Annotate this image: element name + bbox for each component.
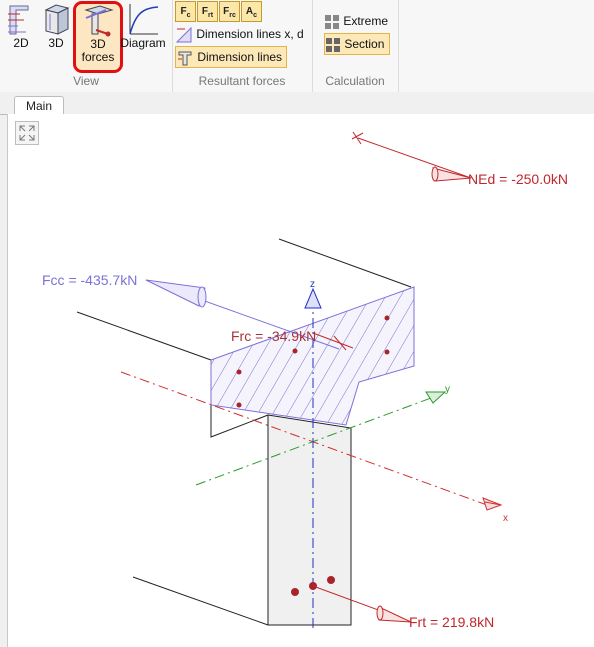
y-axis-label: y [445,384,450,395]
x-axis-label: x [503,513,508,524]
3d-view-icon [44,4,70,35]
3d-button[interactable]: 3D [42,2,70,62]
2d-button-label: 2D [13,36,29,50]
ac-toggle-sub: c [253,12,258,19]
web-face [267,414,352,626]
extreme-label: Extreme [343,14,389,28]
frt-force-label: Frt = 219.8kN [409,614,494,630]
dimension-lines-xd-button[interactable]: Dimension lines x, d [175,24,307,44]
section-3d-drawing: x y z NEd = -250.0kN Fcc = -435.7kN Frc … [42,131,568,630]
3d-viewport[interactable]: x y z NEd = -250.0kN Fcc = -435.7kN Frc … [7,114,594,647]
ac-toggle[interactable]: Ac [241,1,262,22]
z-axis-arrow-icon [304,287,322,309]
frt-toggle[interactable]: Frt [197,1,218,22]
2d-button[interactable]: 2D [6,2,36,62]
resultant-forces-group-label: Resultant forces [198,74,286,88]
diagram-button-label: Diagram [120,36,166,50]
3d-button-label: 3D [48,36,64,50]
y-axis-arrow-icon [425,391,447,404]
frt-toggle-sub: rt [208,12,214,19]
fcc-force-label: Fcc = -435.7kN [42,272,137,288]
resultant-forces-group: Fc Frt Frc Ac Dimension lines x, d Dimen… [172,0,313,92]
ned-force-arrow [351,131,472,182]
tab-main-label: Main [25,99,52,113]
extreme-button[interactable]: Extreme [324,11,390,31]
3d-forces-icon [84,5,114,37]
2d-view-icon [8,5,29,35]
dimension-lines-label: Dimension lines [197,50,283,64]
view-group: 2D 3D 3D forces Diagram View [0,0,173,92]
frc-toggle[interactable]: Frc [219,1,240,22]
tab-main[interactable]: Main [14,96,64,115]
z-axis-label: z [310,279,315,290]
3d-forces-label-line2: forces [81,50,115,64]
extreme-icon [325,14,339,29]
dimension-lines-xd-icon [175,26,192,43]
diagram-button[interactable]: Diagram [119,2,167,62]
section-label: Section [344,37,385,51]
dimension-lines-xd-label: Dimension lines x, d [196,27,304,41]
view-group-label: View [73,74,99,88]
tab-bar: Main [0,92,594,115]
fc-toggle[interactable]: Fc [175,1,196,22]
fc-toggle-sub: c [186,12,191,19]
frc-toggle-sub: rc [229,12,236,19]
3d-forces-button[interactable]: 3D forces [73,1,123,73]
ned-force-label: NEd = -250.0kN [468,171,568,187]
x-axis-arrow-icon [482,497,503,511]
dimension-lines-button[interactable]: Dimension lines [175,46,287,68]
dimension-lines-icon [178,51,192,66]
section-button[interactable]: Section [324,33,390,55]
section-icon [326,37,340,52]
calculation-group-label: Calculation [325,74,385,88]
frc-force-label: Frc = -34.9kN [231,328,316,344]
calculation-group: Extreme Section Calculation [312,0,399,92]
ribbon: 2D 3D 3D forces Diagram View Fc Frt Frc … [0,0,594,93]
beam-outline [76,238,412,626]
diagram-icon [129,4,159,35]
